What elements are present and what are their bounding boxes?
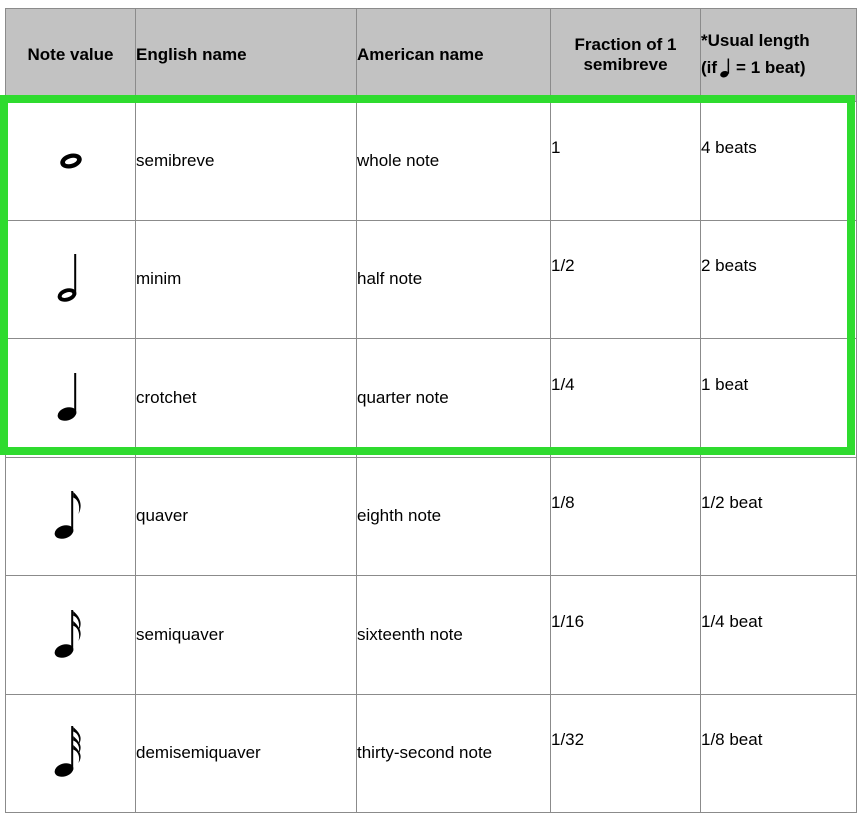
column-header-fraction-line1: Fraction of 1 — [574, 35, 677, 54]
english-name-cell: crotchet — [135, 338, 357, 458]
column-header-fraction: Fraction of 1 semibreve — [550, 8, 701, 102]
length-cell: 1/2 beat — [700, 456, 857, 576]
fraction-cell: 1/4 — [550, 338, 701, 458]
length-value: 1/8 beat — [701, 730, 763, 750]
length-cell: 4 beats — [700, 101, 857, 221]
column-header-usual-length: *Usual length (if = 1 beat) — [700, 8, 857, 102]
table-row: semibreve whole note 1 4 beats — [5, 101, 857, 221]
note-glyph-cell — [5, 456, 136, 576]
fraction-cell: 1/2 — [550, 219, 701, 339]
column-header-fraction-line2: semibreve — [583, 55, 668, 74]
english-name-cell: quaver — [135, 456, 357, 576]
fraction-value: 1/4 — [551, 374, 575, 394]
column-header-note-value: Note value — [5, 8, 136, 102]
note-glyph-cell — [5, 575, 136, 695]
column-header-length-suffix: = 1 beat) — [736, 57, 806, 77]
note-values-table-container: Note value English name American name Fr… — [5, 8, 857, 813]
table-row: crotchet quarter note 1/4 1 beat — [5, 338, 857, 458]
table-body: semibreve whole note 1 4 beats minim hal… — [5, 101, 857, 813]
note-glyph-cell — [5, 693, 136, 813]
fraction-cell: 1/8 — [550, 456, 701, 576]
english-name-cell: minim — [135, 219, 357, 339]
semibreve-note-icon — [54, 150, 88, 169]
length-value: 4 beats — [701, 137, 757, 157]
fraction-value: 1/16 — [551, 611, 585, 631]
fraction-cell: 1/16 — [550, 575, 701, 695]
table-header-row: Note value English name American name Fr… — [5, 8, 857, 102]
crotchet-note-icon — [56, 372, 86, 421]
table-row: minim half note 1/2 2 beats — [5, 219, 857, 339]
fraction-value: 1/32 — [551, 730, 585, 750]
american-name-cell: quarter note — [356, 338, 551, 458]
note-glyph-cell — [5, 101, 136, 221]
column-header-length-line2: (if = 1 beat) — [701, 57, 806, 78]
fraction-cell: 1/32 — [550, 693, 701, 813]
english-name-cell: demisemiquaver — [135, 693, 357, 813]
note-values-table: Note value English name American name Fr… — [5, 8, 857, 813]
english-name-cell: semibreve — [135, 101, 357, 221]
quaver-note-icon — [53, 491, 89, 540]
fraction-value: 1/8 — [551, 493, 575, 513]
length-value: 1/2 beat — [701, 493, 763, 513]
semiquaver-note-icon — [53, 609, 89, 658]
length-cell: 1/8 beat — [700, 693, 857, 813]
length-value: 2 beats — [701, 256, 757, 276]
note-glyph-cell — [5, 338, 136, 458]
table-header: Note value English name American name Fr… — [5, 8, 857, 102]
english-name-cell: semiquaver — [135, 575, 357, 695]
fraction-value: 1 — [551, 137, 561, 157]
minim-note-icon — [56, 254, 86, 303]
column-header-length-prefix: (if — [701, 57, 718, 77]
length-cell: 2 beats — [700, 219, 857, 339]
length-cell: 1/4 beat — [700, 575, 857, 695]
length-value: 1/4 beat — [701, 611, 763, 631]
column-header-length-line1: *Usual length — [701, 31, 810, 51]
american-name-cell: half note — [356, 219, 551, 339]
fraction-value: 1/2 — [551, 256, 575, 276]
table-row: quaver eighth note 1/8 1/2 beat — [5, 456, 857, 576]
note-glyph-cell — [5, 219, 136, 339]
crotchet-note-icon — [720, 54, 732, 80]
column-header-american-name: American name — [356, 8, 551, 102]
american-name-cell: sixteenth note — [356, 575, 551, 695]
american-name-cell: thirty-second note — [356, 693, 551, 813]
american-name-cell: eighth note — [356, 456, 551, 576]
length-value: 1 beat — [701, 374, 749, 394]
length-cell: 1 beat — [700, 338, 857, 458]
american-name-cell: whole note — [356, 101, 551, 221]
demisemiquaver-note-icon — [53, 726, 89, 778]
table-row: semiquaver sixteenth note 1/16 1/4 beat — [5, 575, 857, 695]
table-row: demisemiquaver thirty-second note 1/32 1… — [5, 693, 857, 813]
column-header-english-name: English name — [135, 8, 357, 102]
fraction-cell: 1 — [550, 101, 701, 221]
